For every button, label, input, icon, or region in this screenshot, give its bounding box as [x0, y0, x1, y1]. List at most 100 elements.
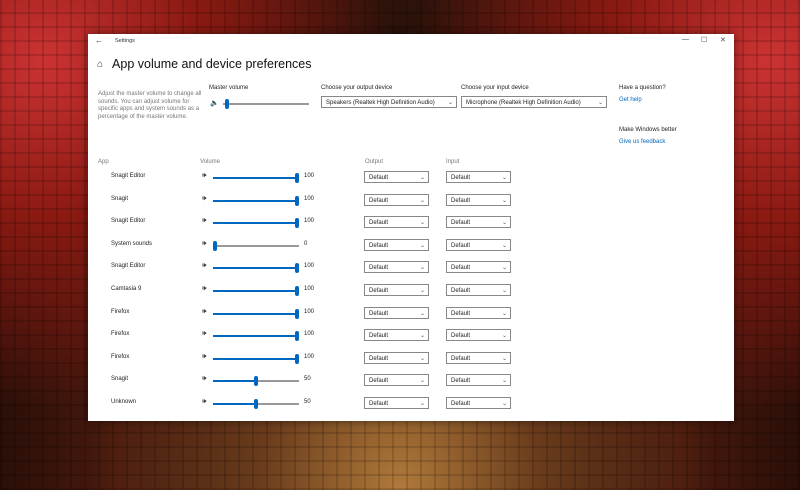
- app-input-select[interactable]: Default ⌄: [446, 306, 511, 319]
- volume-thumb[interactable]: [295, 308, 299, 319]
- chevron-down-icon: ⌄: [419, 220, 425, 227]
- volume-fill: [213, 290, 295, 292]
- volume-thumb[interactable]: [295, 286, 299, 296]
- output-value: Default: [369, 355, 389, 362]
- app-output-select[interactable]: Default ⌄: [364, 193, 429, 206]
- app-name: Firefox: [111, 331, 130, 338]
- app-volume-slider[interactable]: [213, 376, 299, 387]
- volume-fill: [213, 177, 295, 179]
- input-value: Default: [451, 378, 471, 385]
- close-icon[interactable]: ✕: [720, 36, 726, 44]
- volume-fill: [213, 357, 295, 360]
- app-volume-slider[interactable]: [213, 263, 299, 274]
- volume-value: 100: [304, 331, 315, 338]
- app-volume-slider[interactable]: [213, 308, 299, 319]
- app-output-select[interactable]: Default ⌄: [364, 329, 429, 342]
- app-row: System sounds 🕪 0 Default ⌄ Default ⌄: [88, 236, 734, 258]
- app-name: Unknown: [111, 399, 137, 405]
- app-volume-slider[interactable]: [213, 286, 299, 296]
- app-row: Firefox 🕪 100 Default ⌄ Default ⌄: [88, 349, 734, 371]
- volume-thumb[interactable]: [295, 173, 299, 183]
- volume-thumb[interactable]: [295, 353, 299, 364]
- app-row: Unknown 🕪 50 Default ⌄ Default ⌄: [88, 394, 734, 416]
- input-value: Default: [451, 220, 471, 227]
- volume-fill: [213, 335, 295, 338]
- volume-thumb[interactable]: [295, 331, 299, 342]
- chevron-down-icon: ⌄: [501, 220, 507, 227]
- maximize-icon[interactable]: ☐: [701, 36, 707, 44]
- app-output-select[interactable]: Default ⌄: [364, 238, 429, 251]
- speaker-icon: 🕪: [202, 352, 207, 360]
- app-row: Camtasia 9 🕪 100 Default ⌄ Default ⌄: [88, 281, 734, 303]
- volume-fill: [213, 312, 295, 315]
- app-output-select[interactable]: Default ⌄: [364, 397, 429, 409]
- app-name: Snagit Editor: [111, 173, 146, 179]
- app-input-select[interactable]: Default ⌄: [446, 397, 511, 409]
- app-input-select[interactable]: Default ⌄: [446, 193, 511, 206]
- back-arrow-icon[interactable]: ←: [95, 36, 103, 45]
- volume-thumb[interactable]: [295, 218, 299, 229]
- volume-thumb[interactable]: [254, 399, 258, 409]
- home-icon[interactable]: ⌂: [97, 59, 103, 70]
- input-device-value: Microphone (Realtek High Definition Audi…: [466, 100, 581, 106]
- master-volume-thumb[interactable]: [225, 99, 229, 109]
- input-value: Default: [451, 197, 471, 204]
- chevron-down-icon: ⌄: [501, 265, 507, 272]
- app-volume-slider[interactable]: [213, 399, 299, 409]
- app-input-select[interactable]: Default ⌄: [446, 329, 511, 342]
- output-value: Default: [369, 310, 389, 317]
- chevron-down-icon: ⌄: [419, 355, 425, 362]
- app-output-select[interactable]: Default ⌄: [364, 216, 429, 229]
- chevron-down-icon: ⌄: [501, 355, 507, 362]
- app-row: Snagit Editor 🕪 100 Default ⌄ Default ⌄: [88, 258, 734, 280]
- output-device-label: Choose your output device: [321, 85, 393, 91]
- chevron-down-icon: ⌄: [419, 378, 425, 385]
- app-output-select[interactable]: Default ⌄: [364, 261, 429, 274]
- app-volume-slider[interactable]: [213, 331, 299, 342]
- chevron-down-icon: ⌄: [419, 401, 425, 407]
- master-speaker-icon: 🔈: [210, 100, 219, 107]
- app-volume-slider[interactable]: [213, 353, 299, 364]
- volume-thumb[interactable]: [295, 263, 299, 274]
- volume-thumb[interactable]: [254, 376, 258, 387]
- get-help-link[interactable]: Get help: [619, 97, 642, 103]
- speaker-icon: 🕪: [202, 172, 207, 179]
- volume-thumb[interactable]: [213, 240, 217, 251]
- speaker-icon: 🕪: [202, 217, 207, 225]
- give-feedback-link[interactable]: Give us feedback: [619, 139, 665, 145]
- input-value: Default: [451, 288, 471, 294]
- app-volume-slider[interactable]: [213, 240, 299, 251]
- app-input-select[interactable]: Default ⌄: [446, 171, 511, 183]
- title-bar: ← Settings — ☐ ✕: [88, 34, 734, 48]
- app-volume-slider[interactable]: [213, 173, 299, 183]
- app-input-select[interactable]: Default ⌄: [446, 284, 511, 296]
- app-row: Snagit 🕪 50 Default ⌄ Default ⌄: [88, 371, 734, 393]
- app-name: Camtasia 9: [111, 286, 142, 292]
- app-input-select[interactable]: Default ⌄: [446, 238, 511, 251]
- volume-value: 50: [304, 399, 311, 405]
- app-name: Firefox: [111, 353, 130, 360]
- chevron-down-icon: ⌄: [419, 288, 425, 294]
- app-volume-slider[interactable]: [213, 195, 299, 206]
- app-output-select[interactable]: Default ⌄: [364, 306, 429, 319]
- minimize-icon[interactable]: —: [682, 36, 689, 43]
- input-device-select[interactable]: Microphone (Realtek High Definition Audi…: [461, 96, 607, 108]
- volume-fill: [213, 380, 254, 383]
- app-input-select[interactable]: Default ⌄: [446, 261, 511, 274]
- app-output-select[interactable]: Default ⌄: [364, 374, 429, 387]
- output-device-select[interactable]: Speakers (Realtek High Definition Audio)…: [321, 96, 457, 108]
- app-input-select[interactable]: Default ⌄: [446, 351, 511, 364]
- app-output-select[interactable]: Default ⌄: [364, 351, 429, 364]
- volume-value: 100: [304, 195, 315, 202]
- app-input-select[interactable]: Default ⌄: [446, 216, 511, 229]
- output-value: Default: [369, 401, 389, 407]
- app-output-select[interactable]: Default ⌄: [364, 284, 429, 296]
- app-input-select[interactable]: Default ⌄: [446, 374, 511, 387]
- app-volume-slider[interactable]: [213, 218, 299, 229]
- app-output-select[interactable]: Default ⌄: [364, 171, 429, 183]
- volume-thumb[interactable]: [295, 195, 299, 206]
- master-volume-slider[interactable]: [223, 99, 309, 109]
- input-value: Default: [451, 175, 471, 181]
- column-header-input: Input: [446, 159, 460, 165]
- app-name: Snagit: [111, 195, 129, 202]
